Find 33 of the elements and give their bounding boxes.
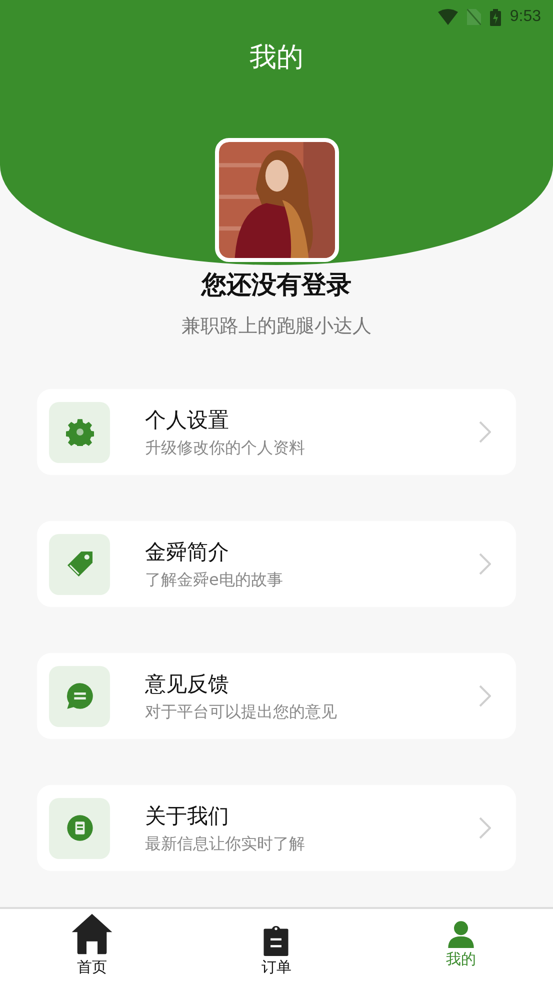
menu-title: 金舜简介 xyxy=(145,538,230,566)
user-name: 您还没有登录 xyxy=(202,269,352,301)
menu-title: 关于我们 xyxy=(145,802,230,830)
menu-subtitle: 升级修改你的个人资料 xyxy=(145,438,306,458)
menu-subtitle: 最新信息让你实时了解 xyxy=(145,834,306,854)
battery-icon xyxy=(490,8,501,26)
menu-title: 个人设置 xyxy=(145,406,230,434)
person-icon xyxy=(446,920,475,948)
menu-subtitle: 了解金舜e电的故事 xyxy=(145,570,284,590)
wifi-icon xyxy=(438,9,458,25)
no-sim-icon xyxy=(466,9,481,25)
menu-item[interactable]: 关于我们 最新信息让你实时了解 xyxy=(37,785,516,871)
nav-tab[interactable]: 首页 xyxy=(0,909,184,983)
menu-item[interactable]: 个人设置 升级修改你的个人资料 xyxy=(37,389,516,475)
chevron-right-icon xyxy=(479,421,491,443)
nav-tab[interactable]: 订单 xyxy=(184,909,369,983)
settings-icon xyxy=(66,418,94,446)
user-tagline: 兼职路上的跑腿小达人 xyxy=(182,314,372,339)
menu-item[interactable]: 意见反馈 对于平台可以提出您的意见 xyxy=(37,653,516,739)
chat-icon xyxy=(66,682,94,710)
tag-icon xyxy=(64,549,94,579)
menu-title: 意见反馈 xyxy=(145,670,230,698)
chevron-right-icon xyxy=(479,553,491,575)
clipboard-icon xyxy=(262,926,290,956)
status-time: 9:53 xyxy=(510,8,541,26)
menu-item[interactable]: 金舜简介 了解金舜e电的故事 xyxy=(37,521,516,607)
page-title: 我的 xyxy=(248,41,304,75)
chevron-right-icon xyxy=(479,817,491,839)
home-icon xyxy=(70,912,114,956)
document-icon xyxy=(66,814,94,842)
chevron-right-icon xyxy=(479,685,491,707)
nav-tab[interactable]: 我的 xyxy=(368,909,553,983)
menu-subtitle: 对于平台可以提出您的意见 xyxy=(145,702,338,722)
